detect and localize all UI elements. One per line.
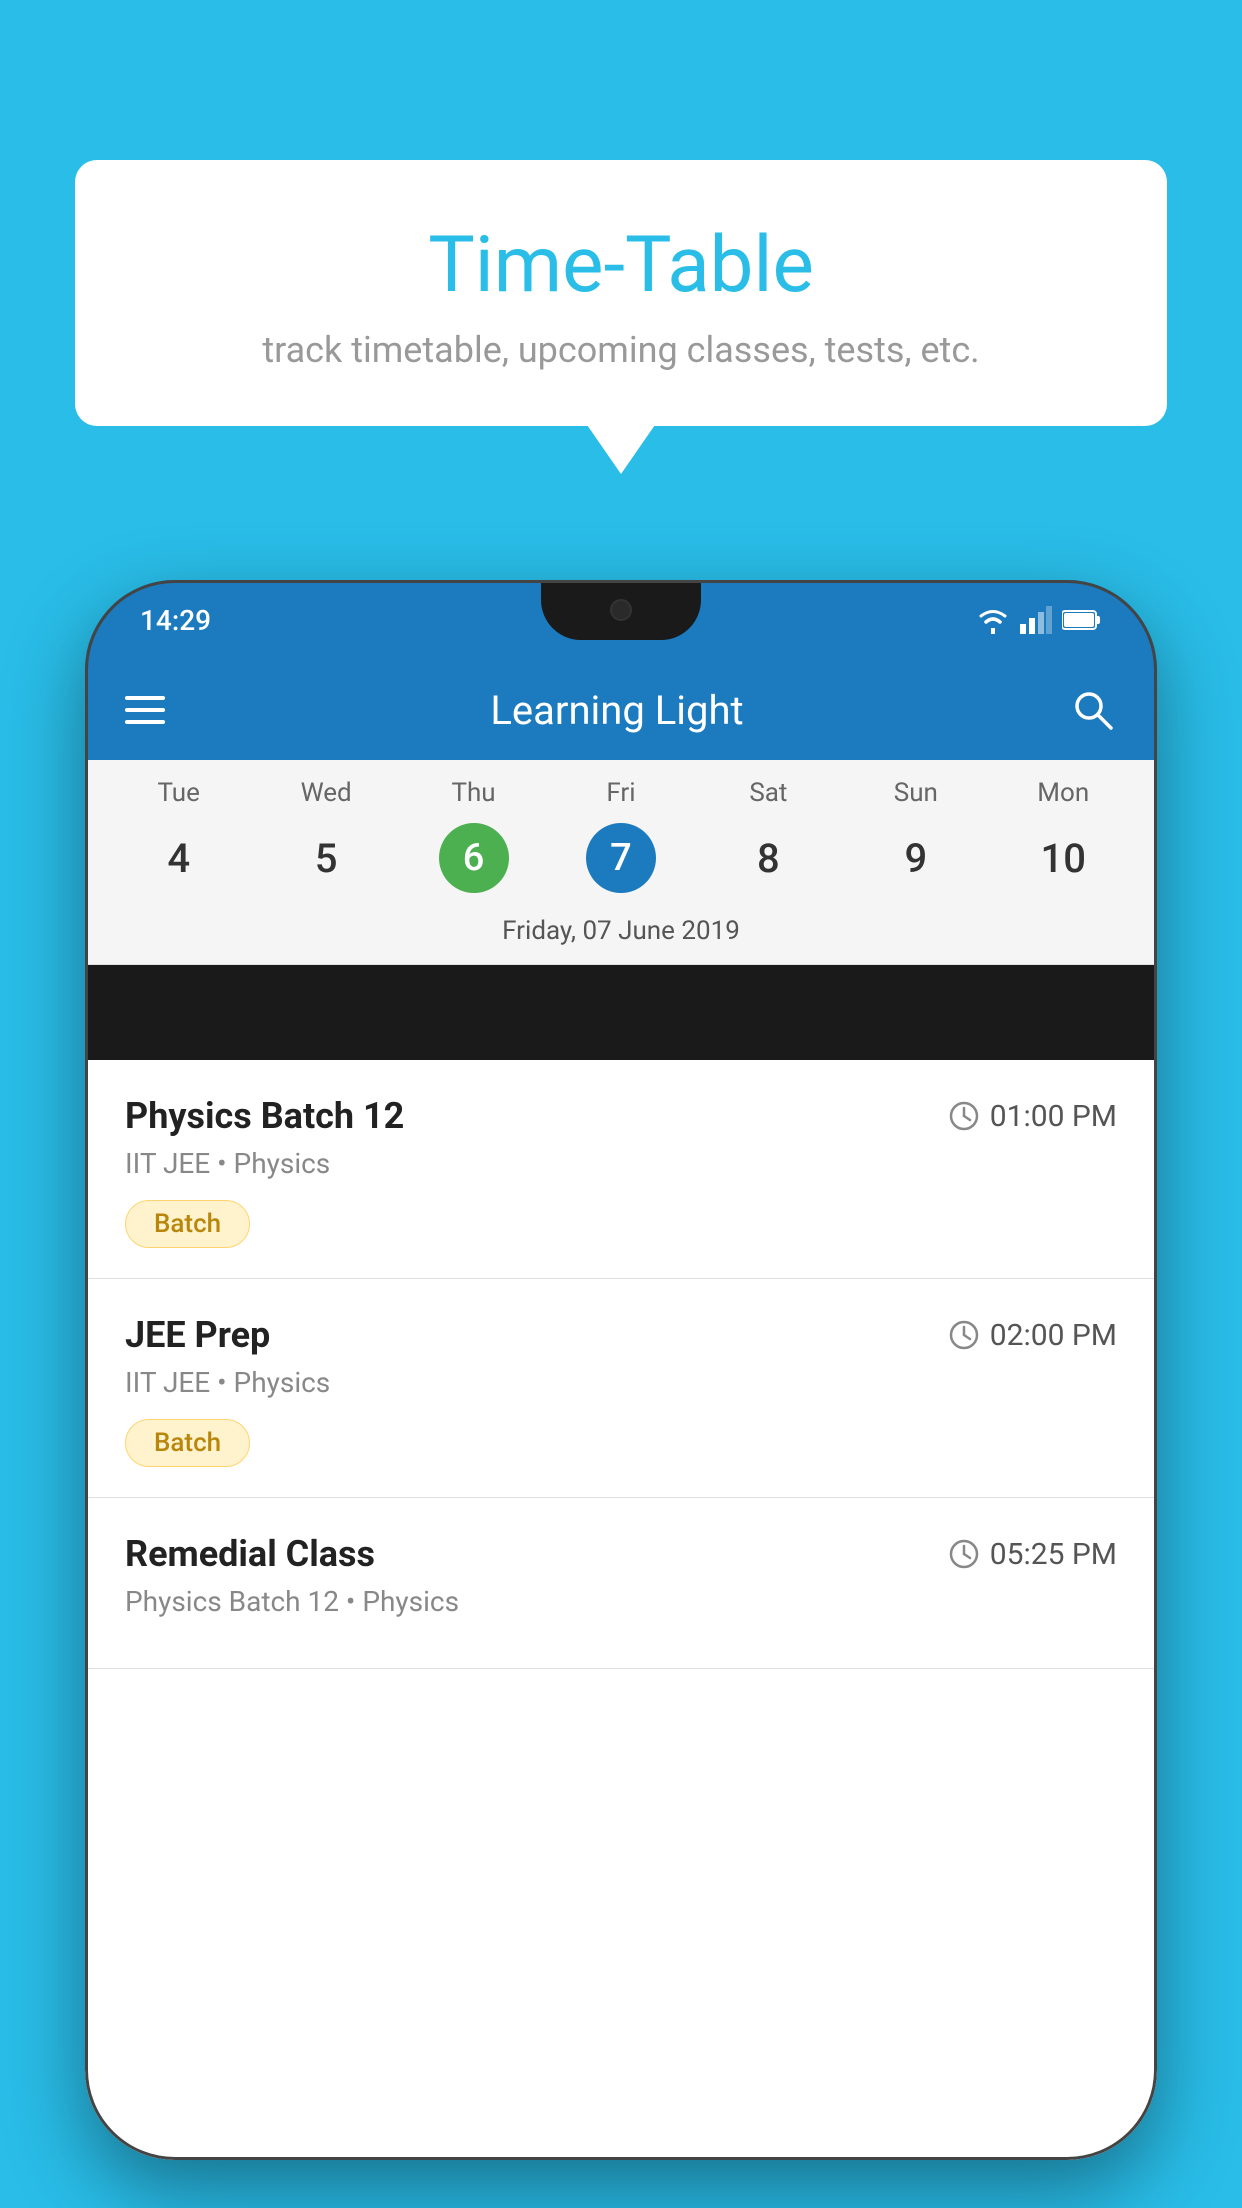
date-label: Friday, 07 June 2019 (85, 908, 1157, 964)
status-bar: 14:29 (85, 580, 1157, 660)
wifi-icon (976, 606, 1010, 634)
app-title: Learning Light (195, 687, 1039, 734)
schedule-subtitle-3: Physics Batch 12 • Physics (125, 1585, 1117, 1618)
schedule-title-1: Physics Batch 12 (125, 1095, 404, 1137)
day-header-mon: Mon (990, 778, 1137, 808)
bubble-subtitle: track timetable, upcoming classes, tests… (125, 329, 1117, 371)
schedule-subtitle-2: IIT JEE • Physics (125, 1366, 1117, 1399)
search-icon (1071, 688, 1115, 732)
schedule-item-2[interactable]: JEE Prep 02:00 PM IIT JEE • Physics Batc… (85, 1279, 1157, 1498)
schedule-subtitle-1: IIT JEE • Physics (125, 1147, 1117, 1180)
hamburger-line-2 (125, 708, 165, 712)
schedule-item-1[interactable]: Physics Batch 12 01:00 PM IIT JEE • Phys… (85, 1060, 1157, 1279)
schedule-item-header-2: JEE Prep 02:00 PM (125, 1314, 1117, 1356)
day-headers: Tue Wed Thu Fri Sat Sun Mon (85, 760, 1157, 813)
hamburger-line-3 (125, 720, 165, 724)
schedule-list: Physics Batch 12 01:00 PM IIT JEE • Phys… (85, 1060, 1157, 2160)
schedule-time-1: 01:00 PM (948, 1099, 1117, 1134)
app-bar: Learning Light (85, 660, 1157, 760)
day-header-tue: Tue (105, 778, 252, 808)
menu-button[interactable] (125, 696, 165, 724)
speech-bubble: Time-Table track timetable, upcoming cla… (75, 160, 1167, 426)
schedule-time-3: 05:25 PM (948, 1537, 1117, 1572)
day-4[interactable]: 4 (105, 835, 252, 882)
day-6-today[interactable]: 6 (439, 823, 509, 893)
search-button[interactable] (1069, 686, 1117, 734)
day-header-thu: Thu (400, 778, 547, 808)
schedule-time-2: 02:00 PM (948, 1318, 1117, 1353)
day-7[interactable]: 7 (547, 823, 694, 893)
schedule-title-3: Remedial Class (125, 1533, 375, 1575)
batch-badge-2: Batch (125, 1419, 250, 1467)
day-9[interactable]: 9 (842, 835, 989, 882)
battery-icon (1062, 609, 1102, 631)
schedule-item-header-1: Physics Batch 12 01:00 PM (125, 1095, 1117, 1137)
day-8[interactable]: 8 (695, 835, 842, 882)
bubble-title: Time-Table (125, 220, 1117, 311)
clock-icon-1 (948, 1100, 980, 1132)
day-6[interactable]: 6 (400, 823, 547, 893)
signal-icon (1020, 606, 1052, 634)
day-numbers: 4 5 6 7 8 9 10 (85, 813, 1157, 908)
schedule-title-2: JEE Prep (125, 1314, 270, 1356)
status-icons (976, 606, 1102, 634)
day-header-fri: Fri (547, 778, 694, 808)
schedule-item-3[interactable]: Remedial Class 05:25 PM Physics Batch 12… (85, 1498, 1157, 1669)
day-header-wed: Wed (252, 778, 399, 808)
day-5[interactable]: 5 (252, 835, 399, 882)
clock-icon-3 (948, 1538, 980, 1570)
phone-mockup: 14:29 (85, 580, 1157, 2208)
day-7-selected[interactable]: 7 (586, 823, 656, 893)
status-time: 14:29 (140, 604, 211, 637)
front-camera (610, 599, 632, 621)
day-10[interactable]: 10 (990, 835, 1137, 882)
calendar-strip: Tue Wed Thu Fri Sat Sun Mon 4 5 6 7 8 9 … (85, 760, 1157, 965)
hamburger-line-1 (125, 696, 165, 700)
clock-icon-2 (948, 1319, 980, 1351)
day-header-sat: Sat (695, 778, 842, 808)
phone-body: 14:29 (85, 580, 1157, 2160)
batch-badge-1: Batch (125, 1200, 250, 1248)
notch (541, 580, 701, 640)
day-header-sun: Sun (842, 778, 989, 808)
schedule-item-header-3: Remedial Class 05:25 PM (125, 1533, 1117, 1575)
